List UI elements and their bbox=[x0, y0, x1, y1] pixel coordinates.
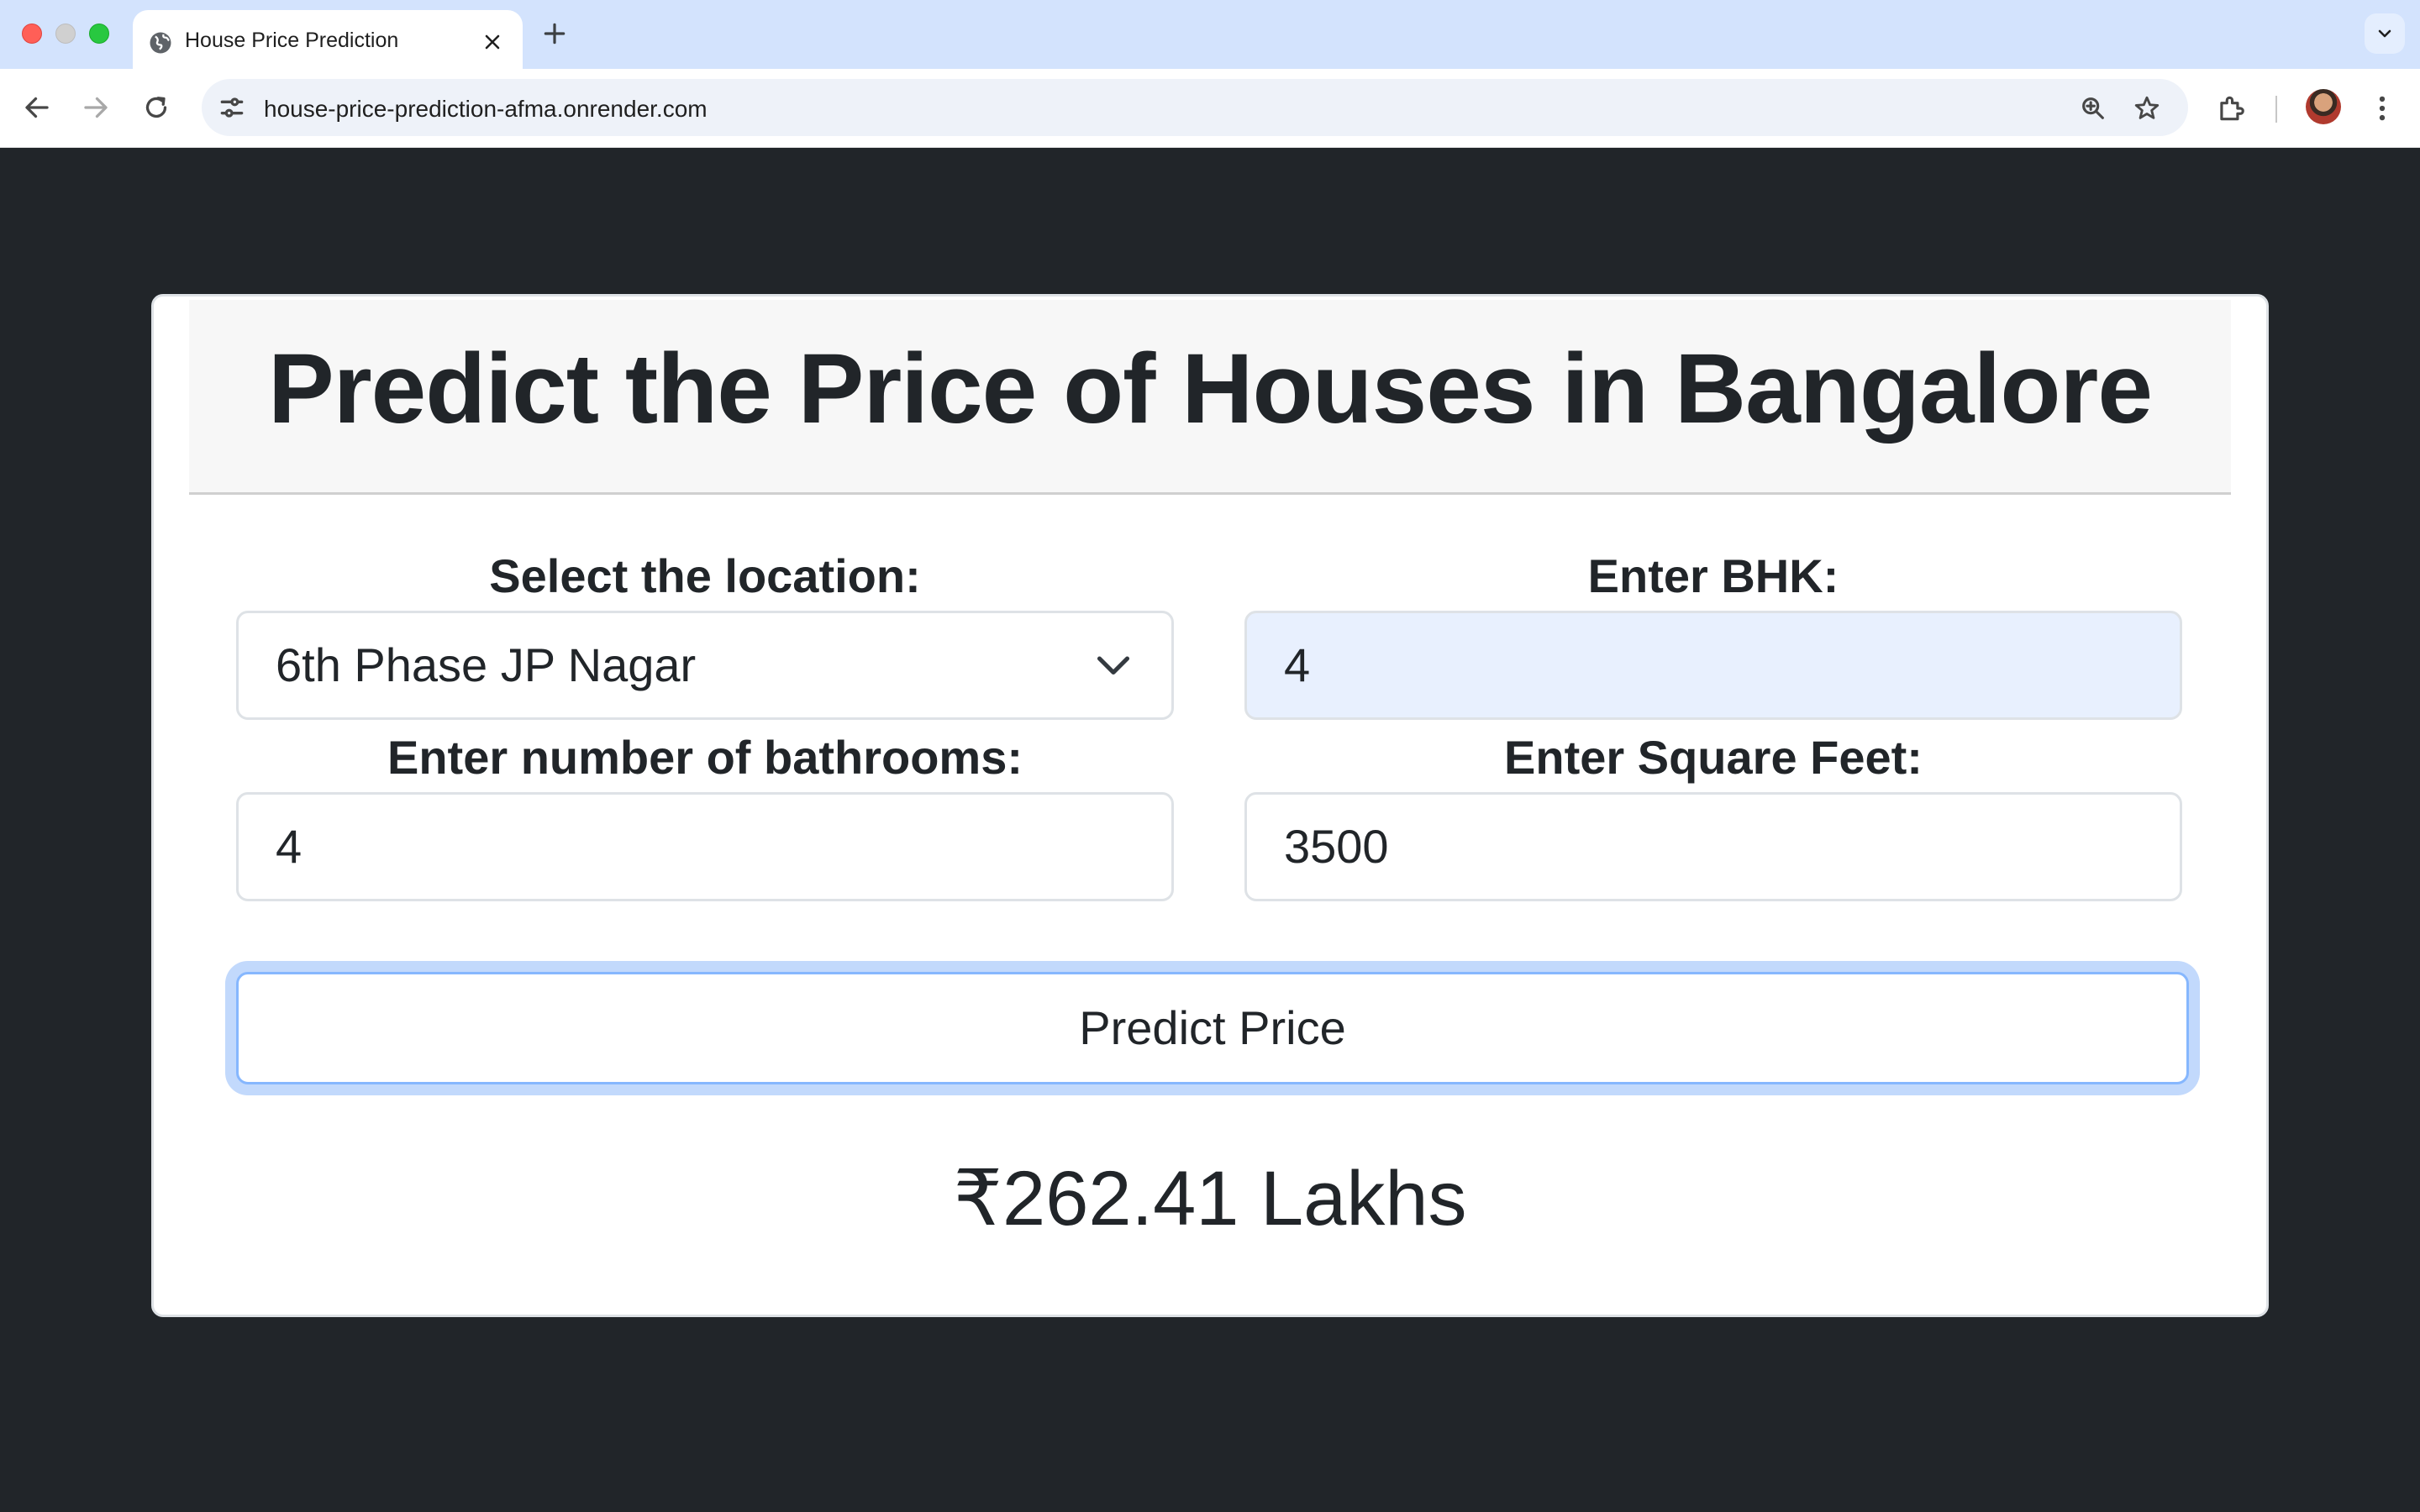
toolbar-divider bbox=[2275, 96, 2277, 123]
window-close-button[interactable] bbox=[22, 24, 42, 44]
globe-icon bbox=[150, 32, 171, 54]
bhk-label: Enter BHK: bbox=[1587, 549, 1839, 602]
chevron-down-icon bbox=[1097, 656, 1130, 675]
address-bar[interactable]: house-price-prediction-afma.onrender.com bbox=[202, 79, 2188, 136]
card-header: Predict the Price of Houses in Bangalore bbox=[189, 300, 2231, 495]
browser-tab[interactable]: House Price Prediction bbox=[133, 10, 523, 69]
puzzle-icon[interactable] bbox=[2215, 92, 2247, 124]
bathrooms-input-value: 4 bbox=[276, 820, 302, 873]
tab-search-button[interactable] bbox=[2365, 13, 2405, 54]
bathrooms-input[interactable]: 4 bbox=[236, 792, 1174, 901]
page-title: Predict the Price of Houses in Bangalore bbox=[268, 333, 2153, 444]
avatar[interactable] bbox=[2306, 89, 2341, 124]
bhk-input[interactable]: 4 bbox=[1244, 611, 2182, 720]
url-text[interactable]: house-price-prediction-afma.onrender.com bbox=[264, 96, 708, 123]
bhk-input-value: 4 bbox=[1284, 638, 1311, 691]
forward-arrow-icon[interactable] bbox=[81, 92, 111, 123]
location-select-value: 6th Phase JP Nagar bbox=[276, 638, 697, 691]
prediction-card: Predict the Price of Houses in Bangalore… bbox=[151, 294, 2269, 1317]
reload-icon[interactable] bbox=[141, 92, 171, 123]
sqft-input[interactable]: 3500 bbox=[1244, 792, 2182, 901]
zoom-icon[interactable] bbox=[2079, 94, 2107, 123]
window-minimize-button[interactable] bbox=[55, 24, 76, 44]
predict-price-button[interactable]: Predict Price bbox=[236, 972, 2189, 1084]
browser-tab-bar: House Price Prediction bbox=[0, 0, 2420, 69]
kebab-menu-icon[interactable] bbox=[2366, 92, 2398, 124]
sqft-input-value: 3500 bbox=[1284, 820, 1389, 873]
bathrooms-label: Enter number of bathrooms: bbox=[387, 731, 1023, 784]
tab-title: House Price Prediction bbox=[185, 29, 399, 52]
sqft-label: Enter Square Feet: bbox=[1504, 731, 1923, 784]
star-icon[interactable] bbox=[2133, 94, 2161, 123]
predicted-price: ₹262.41 Lakhs bbox=[953, 1156, 1467, 1242]
browser-toolbar: house-price-prediction-afma.onrender.com bbox=[0, 69, 2420, 148]
close-icon[interactable] bbox=[482, 32, 502, 52]
plus-icon[interactable] bbox=[541, 20, 568, 47]
location-label: Select the location: bbox=[489, 549, 921, 602]
tune-icon[interactable] bbox=[215, 91, 249, 124]
back-arrow-icon[interactable] bbox=[22, 92, 52, 123]
window-zoom-button[interactable] bbox=[89, 24, 109, 44]
location-select[interactable]: 6th Phase JP Nagar bbox=[236, 611, 1174, 720]
chevron-down-icon bbox=[2378, 29, 2391, 38]
